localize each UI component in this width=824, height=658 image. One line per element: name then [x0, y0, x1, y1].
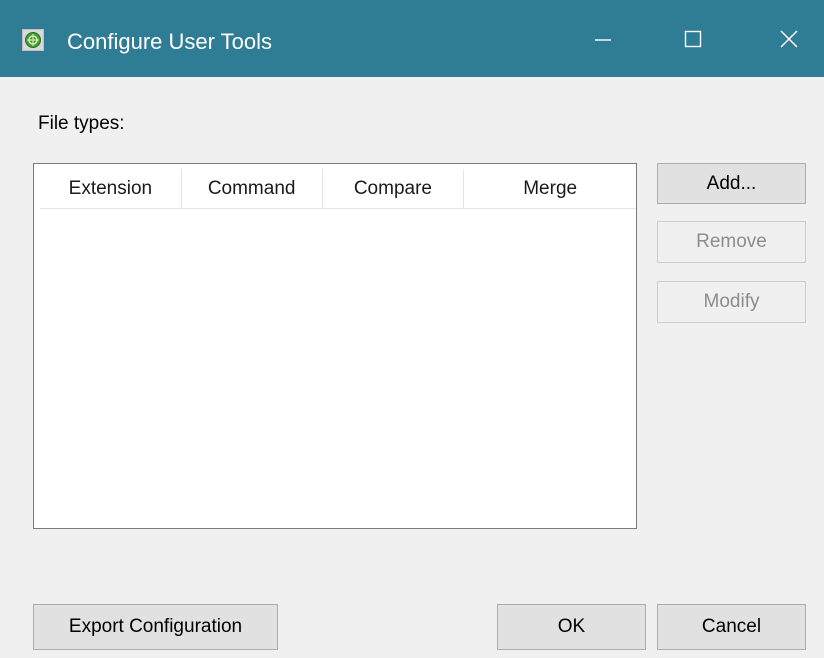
- modify-button[interactable]: Modify: [657, 281, 806, 323]
- minimize-icon: [595, 39, 611, 41]
- app-logo-icon: [22, 29, 44, 51]
- minimize-button[interactable]: [568, 14, 638, 64]
- remove-button[interactable]: Remove: [657, 221, 806, 263]
- maximize-icon: [684, 30, 702, 48]
- window-title: Configure User Tools: [67, 29, 273, 54]
- list-header: Extension Command Compare Merge: [40, 169, 636, 209]
- configure-user-tools-dialog: Configure User Tools File types: Extensi…: [0, 0, 824, 658]
- export-configuration-button[interactable]: Export Configuration: [33, 604, 278, 650]
- file-types-list[interactable]: Extension Command Compare Merge: [33, 163, 637, 529]
- close-button[interactable]: [754, 14, 824, 64]
- add-button[interactable]: Add...: [657, 163, 806, 204]
- title-bar[interactable]: Configure User Tools: [0, 0, 824, 77]
- column-header-command[interactable]: Command: [182, 169, 323, 208]
- file-types-label: File types:: [38, 113, 125, 134]
- cancel-button[interactable]: Cancel: [657, 604, 806, 650]
- column-header-compare[interactable]: Compare: [323, 169, 465, 208]
- column-header-merge[interactable]: Merge: [464, 169, 636, 208]
- maximize-button[interactable]: [658, 14, 728, 64]
- close-icon: [780, 30, 798, 48]
- ok-button[interactable]: OK: [497, 604, 646, 650]
- column-header-extension[interactable]: Extension: [40, 169, 182, 208]
